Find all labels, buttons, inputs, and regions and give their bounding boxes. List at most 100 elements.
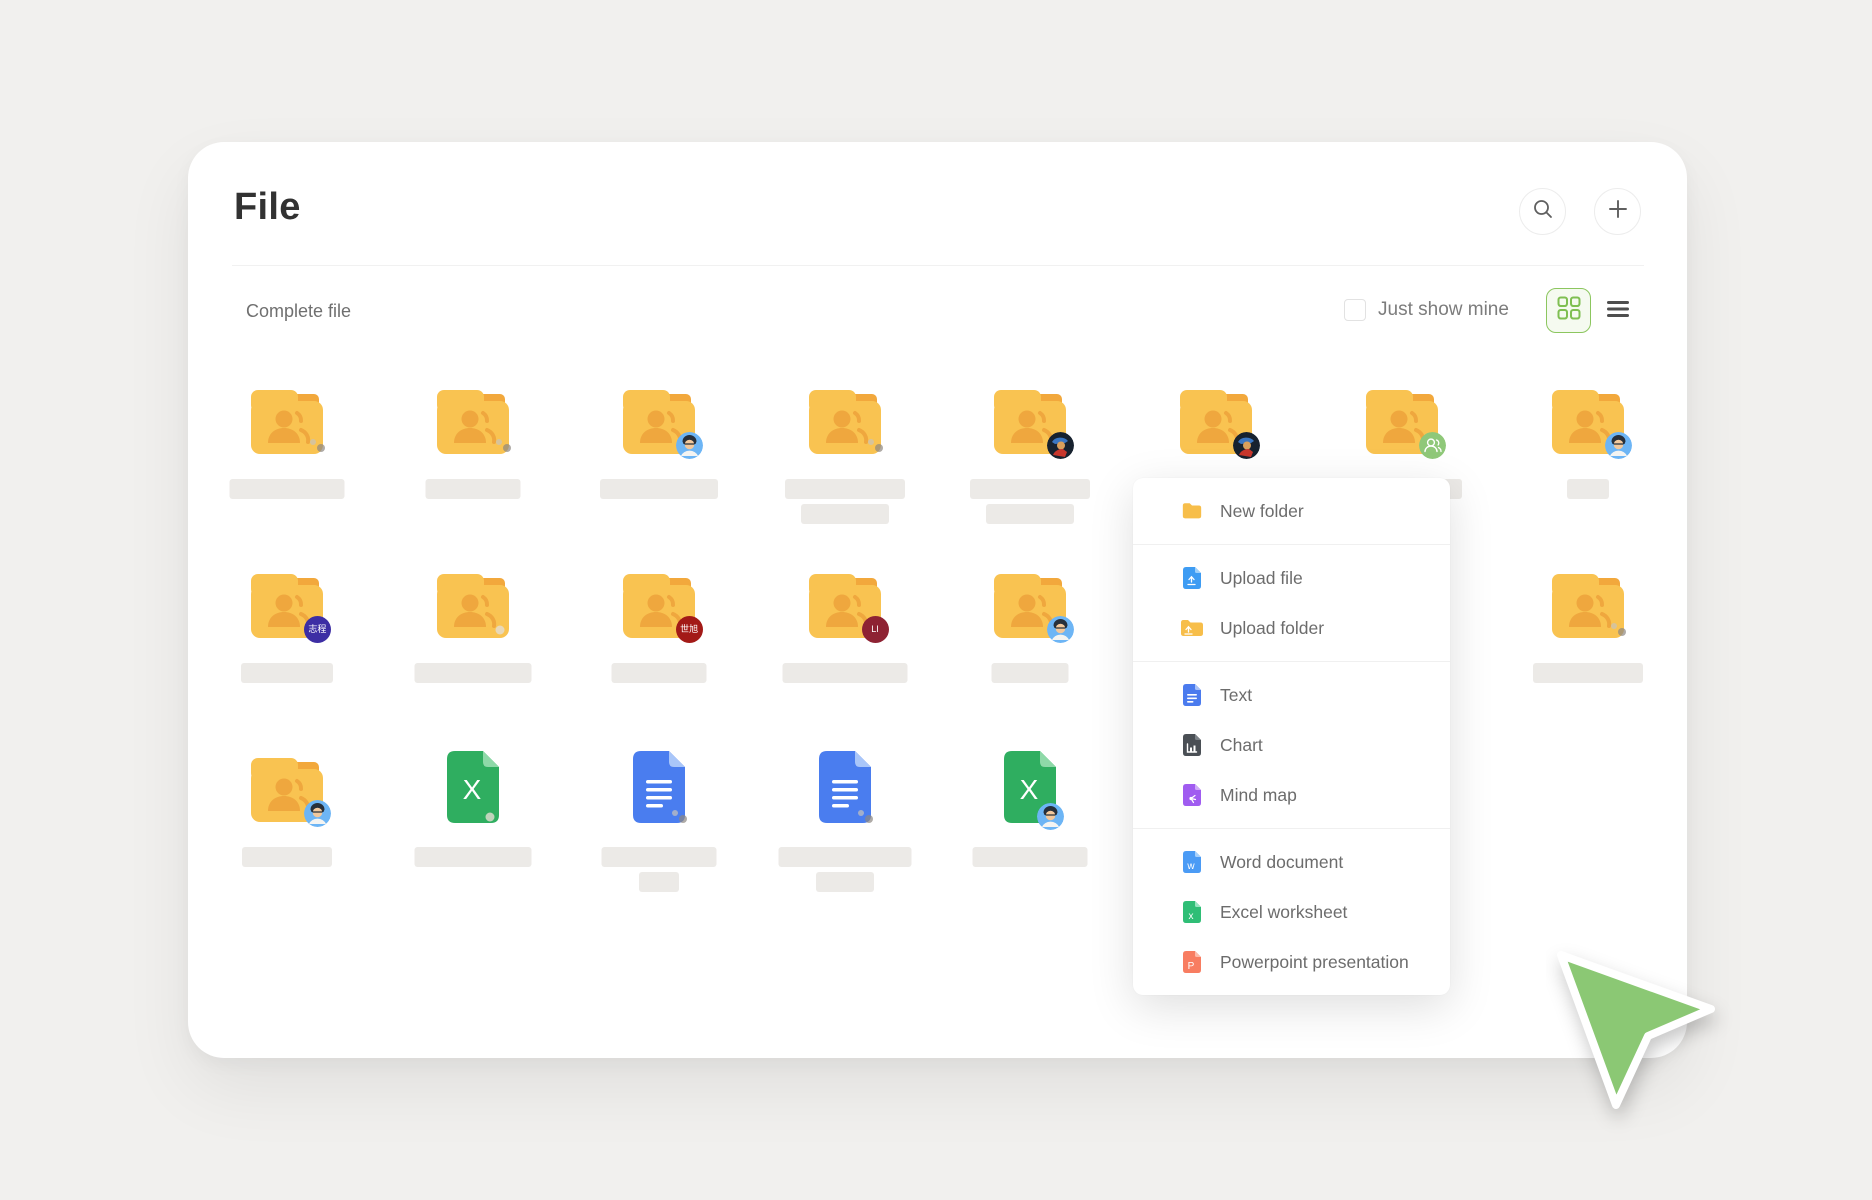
avatar-photo-cat (480, 803, 507, 830)
menu-item-text[interactable]: Text (1133, 670, 1450, 720)
folder-item[interactable] (938, 383, 1124, 567)
svg-text:X: X (462, 774, 481, 805)
file-app-card: File Complete file Just show mine (188, 142, 1687, 1058)
folder-item[interactable] (1495, 383, 1681, 567)
avatar-photo-moon (490, 432, 517, 459)
menu-item-upload-file[interactable]: Upload file (1133, 553, 1450, 603)
name-skeleton (816, 872, 874, 892)
shared-folder-icon (251, 758, 323, 822)
new-folder-icon (1181, 500, 1203, 522)
file-item[interactable] (752, 751, 938, 935)
file-item[interactable] (566, 751, 752, 935)
name-skeleton (425, 479, 520, 499)
folder-item[interactable] (194, 383, 380, 567)
menu-item-new-folder[interactable]: New folder (1133, 486, 1450, 536)
menu-item-word-document[interactable]: w Word document (1133, 837, 1450, 887)
menu-item-upload-folder[interactable]: Upload folder (1133, 603, 1450, 653)
name-skeleton (778, 847, 911, 867)
word-icon: w (1181, 851, 1203, 873)
folder-item[interactable]: 志程 (194, 567, 380, 751)
search-button[interactable] (1519, 188, 1566, 235)
menu-item-label: Upload file (1220, 568, 1303, 589)
shared-folder-icon (994, 390, 1066, 454)
shared-folder-icon (1366, 390, 1438, 454)
file-item[interactable]: X (380, 751, 566, 935)
avatar-man-blue (1047, 616, 1074, 643)
menu-item-label: Excel worksheet (1220, 902, 1347, 923)
avatar-man-blue (304, 800, 331, 827)
excel-file-icon: X (1004, 751, 1056, 825)
folder-item[interactable] (380, 383, 566, 567)
name-skeleton (973, 847, 1088, 867)
avatar-boy-cap (1047, 432, 1074, 459)
menu-item-label: Mind map (1220, 785, 1297, 806)
folder-item[interactable]: 世旭 (566, 567, 752, 751)
name-skeleton (785, 479, 905, 499)
folder-item[interactable] (380, 567, 566, 751)
shared-folder-icon (623, 390, 695, 454)
shared-folder-icon: 志程 (251, 574, 323, 638)
folder-item[interactable] (566, 383, 752, 567)
svg-text:P: P (1188, 961, 1195, 972)
page-background: File Complete file Just show mine (0, 0, 1872, 1200)
search-icon (1532, 198, 1554, 225)
list-view-button[interactable] (1607, 303, 1629, 319)
menu-item-label: Chart (1220, 735, 1263, 756)
shared-folder-icon: 世旭 (623, 574, 695, 638)
folder-item[interactable] (938, 567, 1124, 751)
avatar-photo-moon (304, 432, 331, 459)
name-skeleton (801, 504, 889, 524)
name-skeleton (414, 847, 531, 867)
avatar-initials: LI (871, 625, 879, 634)
shared-folder-icon: LI (809, 574, 881, 638)
folder-item[interactable] (752, 383, 938, 567)
avatar-boy-cap (1233, 432, 1260, 459)
just-show-mine-checkbox[interactable] (1344, 299, 1366, 321)
name-skeleton (600, 479, 718, 499)
menu-item-mind-map[interactable]: Mind map (1133, 770, 1450, 820)
new-item-context-menu: New folder Upload file Upload folder Tex… (1133, 478, 1450, 995)
shared-folder-icon (1552, 390, 1624, 454)
avatar-photo-moon (666, 803, 693, 830)
empty-cell (1495, 751, 1681, 935)
svg-text:X: X (1020, 774, 1039, 805)
avatar-group-green (1419, 432, 1446, 459)
avatar-man-blue (676, 432, 703, 459)
add-button[interactable] (1594, 188, 1641, 235)
avatar-photo-moon (1605, 616, 1632, 643)
mind-map-icon (1181, 784, 1203, 806)
list-view-icon (1607, 301, 1629, 322)
page-title: File (234, 186, 301, 229)
avatar-photo-moon (852, 803, 879, 830)
plus-icon (1608, 199, 1628, 224)
doc-file-icon (819, 751, 871, 825)
folder-item[interactable] (1495, 567, 1681, 751)
grid-view-icon (1557, 296, 1581, 325)
folder-item[interactable] (194, 751, 380, 935)
avatar-initials-darkred: 世旭 (676, 616, 703, 643)
menu-item-label: Word document (1220, 852, 1343, 873)
grid-view-button[interactable] (1546, 288, 1591, 333)
folder-item[interactable]: LI (752, 567, 938, 751)
just-show-mine-label[interactable]: Just show mine (1378, 299, 1509, 321)
file-item[interactable]: X (938, 751, 1124, 935)
name-skeleton (986, 504, 1074, 524)
menu-section: Text Chart Mind map (1133, 661, 1450, 828)
menu-item-chart[interactable]: Chart (1133, 720, 1450, 770)
menu-item-excel-worksheet[interactable]: x Excel worksheet (1133, 887, 1450, 937)
menu-item-powerpoint-presentation[interactable]: PPowerpoint presentation (1133, 937, 1450, 987)
svg-text:x: x (1189, 911, 1194, 922)
menu-section: w Word document x Excel worksheet PPowerpo… (1133, 828, 1450, 995)
menu-item-label: New folder (1220, 501, 1304, 522)
svg-text:w: w (1186, 861, 1195, 872)
name-skeleton (601, 847, 716, 867)
avatar-initials-indigo: 志程 (304, 616, 331, 643)
avatar-photo-moon (862, 432, 889, 459)
name-skeleton (782, 663, 907, 683)
name-skeleton (229, 479, 344, 499)
avatar-man-blue (1605, 432, 1632, 459)
doc-file-icon (633, 751, 685, 825)
upload-folder-icon (1181, 617, 1203, 639)
upload-file-icon (1181, 567, 1203, 589)
name-skeleton (992, 663, 1069, 683)
